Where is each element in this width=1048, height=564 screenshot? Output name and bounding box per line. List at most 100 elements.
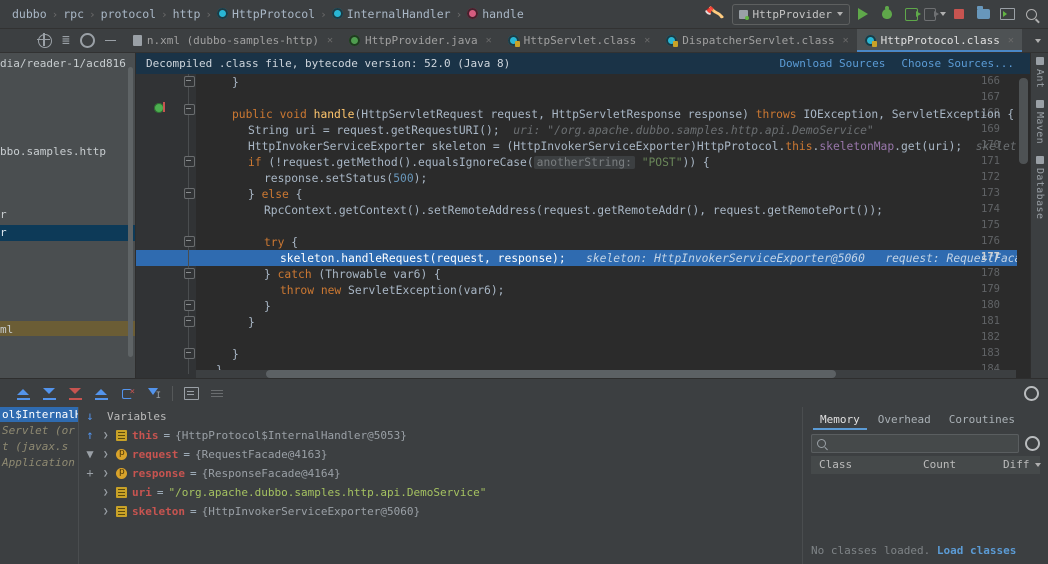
- code-line[interactable]: RpcContext.getContext().setRemoteAddress…: [264, 203, 883, 219]
- code-line[interactable]: } catch (Throwable var6) {: [264, 267, 441, 283]
- tab-overhead[interactable]: Overhead: [869, 411, 940, 430]
- project-row[interactable]: dia/reader-1/acd816: [0, 57, 126, 70]
- settings-gear-icon[interactable]: [1024, 385, 1039, 401]
- evaluate-expression-icon[interactable]: [184, 386, 199, 400]
- horizontal-scrollbar[interactable]: [196, 370, 1016, 378]
- horizontal-scrollbar-thumb[interactable]: [266, 370, 836, 378]
- code-line[interactable]: try {: [264, 235, 298, 251]
- step-into-icon[interactable]: [42, 386, 57, 401]
- stop-button[interactable]: [948, 3, 970, 25]
- chevron-right-icon[interactable]: ❯: [103, 469, 111, 479]
- code-line[interactable]: }: [232, 75, 239, 91]
- frame-row[interactable]: Servlet (or: [2, 424, 75, 437]
- fold-marker[interactable]: [183, 268, 195, 279]
- arrow-up-icon[interactable]: ↑: [86, 429, 93, 441]
- variable-row[interactable]: ❯ uri = "/org.apache.dubbo.samples.http.api…: [103, 486, 486, 499]
- tab-httpprovider-java[interactable]: HttpProvider.java ✕: [341, 29, 500, 52]
- frame-row[interactable]: ol$InternalH: [2, 408, 78, 421]
- terminal-button[interactable]: [996, 3, 1018, 25]
- code-line[interactable]: }: [248, 315, 255, 331]
- variable-row[interactable]: ❯ this = {HttpProtocol$InternalHandler@5053…: [103, 429, 407, 442]
- chevron-right-icon[interactable]: ❯: [103, 431, 111, 441]
- code-line[interactable]: response.setStatus(500);: [264, 171, 427, 187]
- column-header-diff[interactable]: Diff: [995, 456, 1041, 474]
- project-structure-button[interactable]: [972, 3, 994, 25]
- drop-frame-icon[interactable]: [120, 386, 135, 401]
- tab-coroutines[interactable]: Coroutines: [940, 411, 1024, 430]
- code-line[interactable]: throw new ServletException(var6);: [280, 283, 504, 299]
- tab-httpservlet-class[interactable]: HttpServlet.class ✕: [500, 29, 659, 52]
- project-scrollbar[interactable]: [128, 67, 133, 357]
- code-folding-column[interactable]: [182, 74, 196, 378]
- fold-marker[interactable]: [183, 104, 195, 115]
- variable-row[interactable]: ❯ response = {ResponseFacade@4164}: [103, 467, 341, 480]
- code-line[interactable]: String uri = request.getRequestURI(); ur…: [248, 123, 874, 139]
- frames-panel[interactable]: ol$InternalH Servlet (or t (javax.s Appl…: [0, 407, 78, 564]
- close-icon[interactable]: ✕: [1008, 35, 1014, 46]
- breadcrumb-item-dubbo[interactable]: dubbo: [8, 7, 51, 21]
- close-icon[interactable]: ✕: [486, 35, 492, 46]
- project-row[interactable]: r: [0, 208, 7, 221]
- breadcrumb-item-http[interactable]: http: [169, 7, 205, 21]
- chevron-right-icon[interactable]: ❯: [103, 450, 111, 460]
- tool-window-button-database[interactable]: Database: [1034, 156, 1045, 220]
- tool-window-button-ant[interactable]: Ant: [1034, 57, 1045, 88]
- filter-icon[interactable]: [210, 386, 225, 401]
- settings-icon[interactable]: [79, 33, 95, 48]
- breadcrumb-item-rpc[interactable]: rpc: [59, 7, 88, 21]
- memory-search-box[interactable]: [811, 434, 1019, 453]
- code-line[interactable]: }: [264, 299, 271, 315]
- code-line[interactable]: if (!request.getMethod().equalsIgnoreCas…: [248, 155, 710, 171]
- hammer-icon[interactable]: 🪓: [698, 1, 731, 26]
- chevron-right-icon[interactable]: ❯: [103, 488, 111, 498]
- project-row[interactable]: bbo.samples.http: [0, 145, 106, 158]
- chevron-right-icon[interactable]: ❯: [103, 507, 111, 517]
- breadcrumb-item-handle[interactable]: handle: [463, 7, 528, 21]
- tab-memory[interactable]: Memory: [811, 411, 869, 430]
- run-button[interactable]: [852, 3, 874, 25]
- code-line[interactable]: skeleton.handleRequest(request, response…: [280, 251, 1030, 267]
- variables-panel[interactable]: ↓ ↑ ▼ + Variables ❯ this = {HttpProtocol$In…: [78, 407, 802, 564]
- frame-row[interactable]: Application: [2, 456, 75, 469]
- fold-marker[interactable]: [183, 236, 195, 247]
- code-line[interactable]: } else {: [248, 187, 302, 203]
- breadcrumb-item-protocol[interactable]: protocol: [97, 7, 160, 21]
- code-line[interactable]: HttpInvokerServiceExporter skeleton = (H…: [248, 139, 1030, 155]
- force-step-into-icon[interactable]: [68, 386, 83, 401]
- project-row[interactable]: ml: [0, 323, 13, 336]
- step-over-icon[interactable]: [16, 386, 31, 401]
- close-icon[interactable]: ✕: [644, 35, 650, 46]
- tab-applicationxml[interactable]: n.xml (dubbo-samples-http) ✕: [125, 29, 341, 52]
- funnel-icon[interactable]: ▼: [86, 448, 93, 460]
- step-dropdown-button[interactable]: [924, 3, 946, 25]
- resume-program-button[interactable]: [900, 3, 922, 25]
- breakpoint-icon[interactable]: [154, 102, 165, 113]
- project-tool-window[interactable]: dia/reader-1/acd816 bbo.samples.http r r…: [0, 53, 136, 378]
- fold-marker[interactable]: [183, 348, 195, 359]
- frame-row[interactable]: t (javax.s: [2, 440, 68, 453]
- run-to-cursor-icon[interactable]: [146, 386, 161, 401]
- close-icon[interactable]: ✕: [327, 35, 333, 46]
- debug-button[interactable]: [876, 3, 898, 25]
- fold-marker[interactable]: [183, 188, 195, 199]
- download-sources-link[interactable]: Download Sources: [779, 57, 885, 70]
- variable-row[interactable]: ❯ request = {RequestFacade@4163}: [103, 448, 327, 461]
- fold-marker[interactable]: [183, 316, 195, 327]
- tab-httpprotocol-class[interactable]: HttpProtocol.class ✕: [856, 29, 1023, 52]
- load-classes-link[interactable]: Load classes: [937, 544, 1016, 557]
- code-lines[interactable]: } public void handle(HttpServletRequest r…: [196, 74, 1030, 378]
- run-configuration-selector[interactable]: HttpProvider: [731, 3, 850, 25]
- chevron-down-icon[interactable]: [1035, 38, 1041, 43]
- search-everywhere-button[interactable]: [1020, 3, 1042, 25]
- project-row-selected[interactable]: r: [0, 226, 7, 239]
- memory-search-input[interactable]: [830, 436, 1013, 451]
- code-line[interactable]: }: [232, 347, 239, 363]
- fold-marker[interactable]: [183, 156, 195, 167]
- choose-sources-link[interactable]: Choose Sources...: [901, 57, 1014, 70]
- split-icon[interactable]: ≣: [62, 34, 70, 47]
- tool-window-button-maven[interactable]: Maven: [1034, 100, 1045, 144]
- vertical-scrollbar[interactable]: [1017, 74, 1030, 378]
- tab-dispatcherservlet-class[interactable]: DispatcherServlet.class ✕: [658, 29, 856, 52]
- column-header-class[interactable]: Class: [811, 456, 915, 474]
- vertical-scrollbar-thumb[interactable]: [1019, 78, 1028, 164]
